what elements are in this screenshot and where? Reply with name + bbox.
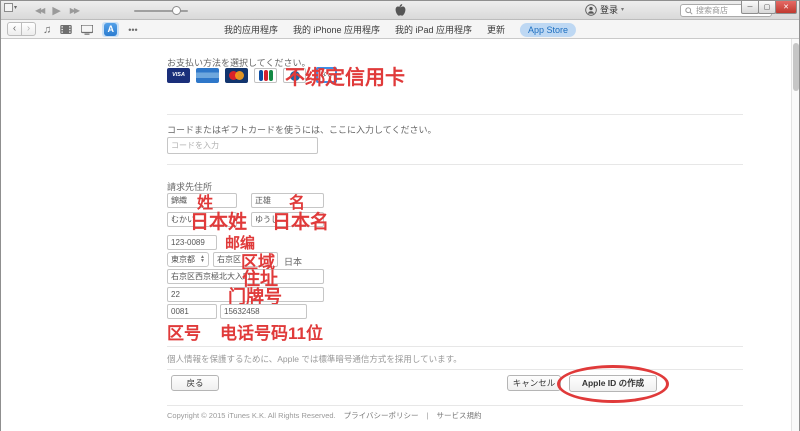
district-input[interactable] <box>213 252 278 267</box>
media-kind-switcher: ♫ A ••• <box>43 21 138 38</box>
gift-code-input[interactable] <box>167 137 318 154</box>
toolbar: ‹ › ♫ A ••• 我的应用程序 我的 iPhone 应用程序 我的 iPa… <box>1 20 799 39</box>
next-button[interactable]: ▶▶ <box>70 6 80 15</box>
window-controls: ─ ▢ ✕ <box>741 1 797 14</box>
first-name-kana-input[interactable] <box>251 212 324 227</box>
tv-shows-icon[interactable] <box>81 24 94 35</box>
tab-my-iphone-apps[interactable]: 我的 iPhone 应用程序 <box>293 23 380 36</box>
movies-icon[interactable] <box>60 25 72 34</box>
divider <box>167 369 743 370</box>
app-menu-icon <box>4 3 13 12</box>
mastercard-icon[interactable] <box>225 67 248 83</box>
footer-separator: | <box>426 411 429 420</box>
store-tabs: 我的应用程序 我的 iPhone 应用程序 我的 iPad 应用程序 更新 Ap… <box>224 20 577 39</box>
first-name-input[interactable] <box>251 193 324 208</box>
payment-options: VISA なし <box>167 67 337 83</box>
forward-nav-button[interactable]: › <box>21 22 36 36</box>
last-name-input[interactable] <box>167 193 237 208</box>
apps-icon: A <box>104 23 118 36</box>
jcb-card-icon[interactable] <box>254 67 277 83</box>
previous-button[interactable]: ◀◀ <box>35 6 45 15</box>
copyright-text: Copyright © 2015 iTunes K.K. All Rights … <box>167 411 336 420</box>
tab-my-apps[interactable]: 我的应用程序 <box>224 23 278 36</box>
postal-code-input[interactable] <box>167 235 217 250</box>
diners-card-icon[interactable] <box>283 67 306 83</box>
volume-slider[interactable] <box>134 1 188 20</box>
annotation-postal: 邮编 <box>225 235 256 252</box>
chevron-down-icon: ▾ <box>14 5 18 11</box>
giftcard-prompt: コードまたはギフトカードを使うには、ここに入力してください。 <box>167 125 437 135</box>
privacy-note: 個人情報を保護するために、Apple では標準暗号通信方式を採用しています。 <box>167 354 462 364</box>
annotation-phone: 电话号码11位 <box>220 324 323 343</box>
itunes-window: ▾ ◀◀ ▶ ▶▶ 登录 ▾ 搜索商店 ─ ▢ ✕ ‹ › ♫ A ••• 我的… <box>0 0 800 431</box>
privacy-policy-link[interactable]: プライバシーポリシー <box>344 410 419 421</box>
volume-knob[interactable] <box>172 6 181 15</box>
login-label: 登录 <box>600 5 619 15</box>
create-apple-id-form: お支払い方法を選択してください。 VISA なし 不绑定信用卡 コードまたはギフ… <box>1 39 799 431</box>
divider <box>167 164 743 165</box>
country-label: 日本 <box>284 257 303 267</box>
tab-updates[interactable]: 更新 <box>487 23 505 36</box>
more-icon[interactable]: ••• <box>128 25 137 35</box>
titlebar: ▾ ◀◀ ▶ ▶▶ 登录 ▾ 搜索商店 ─ ▢ ✕ <box>1 1 799 20</box>
divider <box>167 405 743 406</box>
maximize-button[interactable]: ▢ <box>758 1 776 14</box>
phone-area-input[interactable] <box>167 304 217 319</box>
cancel-button[interactable]: キャンセル <box>507 375 561 391</box>
divider <box>167 114 743 115</box>
search-placeholder: 搜索商店 <box>696 6 728 15</box>
amex-card-icon[interactable] <box>196 67 219 83</box>
login-button[interactable]: 登录 ▾ <box>585 3 624 16</box>
minimize-button[interactable]: ─ <box>741 1 759 14</box>
create-apple-id-button[interactable]: Apple ID の作成 <box>569 375 657 392</box>
phone-number-input[interactable] <box>220 304 307 319</box>
music-icon[interactable]: ♫ <box>43 24 51 36</box>
house-number-input[interactable] <box>167 287 324 302</box>
user-icon <box>585 3 597 16</box>
tab-app-store[interactable]: App Store <box>520 22 577 37</box>
close-button[interactable]: ✕ <box>775 1 797 14</box>
scrollbar-thumb[interactable] <box>793 43 799 91</box>
scrollbar[interactable] <box>791 39 799 431</box>
tab-my-ipad-apps[interactable]: 我的 iPad 应用程序 <box>395 23 472 36</box>
payment-none-option[interactable]: なし <box>316 67 337 83</box>
annotation-area-code: 区号 <box>167 324 201 343</box>
back-button[interactable]: 戻る <box>171 375 219 391</box>
playback-controls: ◀◀ ▶ ▶▶ <box>35 1 80 20</box>
prefecture-select[interactable]: 東京都 <box>167 252 209 267</box>
visa-card-icon[interactable]: VISA <box>167 67 190 83</box>
back-nav-button[interactable]: ‹ <box>7 22 22 36</box>
street-input[interactable] <box>167 269 324 284</box>
footer: Copyright © 2015 iTunes K.K. All Rights … <box>167 410 481 421</box>
search-icon <box>685 6 693 15</box>
app-menu-button[interactable]: ▾ <box>4 3 17 12</box>
billing-address-title: 請求先住所 <box>167 182 213 192</box>
terms-link[interactable]: サービス規約 <box>436 410 481 421</box>
apps-section-active[interactable]: A <box>102 22 120 37</box>
play-button[interactable]: ▶ <box>52 4 60 17</box>
chevron-down-icon: ▾ <box>621 7 625 13</box>
divider <box>167 346 743 347</box>
last-name-kana-input[interactable] <box>167 212 237 227</box>
